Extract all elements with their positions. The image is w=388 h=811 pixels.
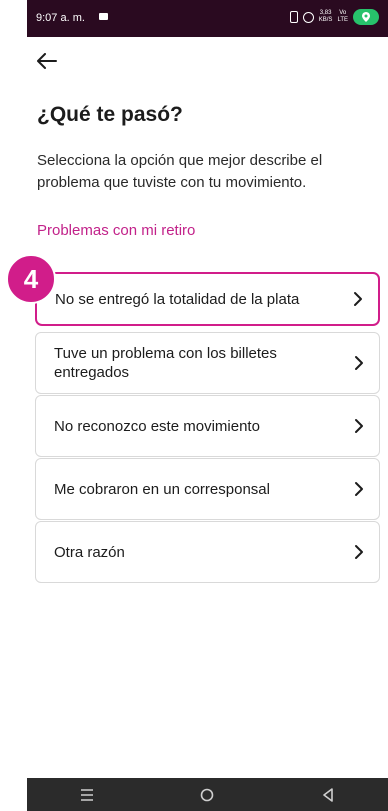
- back-button[interactable]: [34, 48, 60, 74]
- option-other-reason[interactable]: Otra razón: [35, 521, 380, 583]
- phone-screen: 9:07 a. m. 3,83 KB/S Vo LTE ¿Qué te pasó…: [27, 0, 388, 811]
- triangle-back-icon: [323, 787, 333, 802]
- option-label: Me cobraron en un corresponsal: [54, 480, 270, 498]
- option-label: Tuve un problema con los billetes entreg…: [54, 345, 277, 381]
- option-partial-delivery[interactable]: No se entregó la totalidad de la plata: [35, 272, 380, 326]
- arrow-left-icon: [37, 53, 57, 69]
- home-button[interactable]: [192, 780, 222, 810]
- option-bills-problem[interactable]: Tuve un problema con los billetes entreg…: [35, 332, 380, 394]
- chevron-right-icon: [355, 482, 363, 496]
- option-label: Otra razón: [54, 543, 125, 561]
- camera-record-icon: [99, 13, 108, 20]
- status-time: 9:07 a. m.: [36, 12, 85, 24]
- option-label: No reconozco este movimiento: [54, 417, 260, 435]
- page-description: Selecciona la opción que mejor describe …: [37, 152, 323, 191]
- chevron-right-icon: [355, 356, 363, 370]
- page-title: ¿Qué te pasó?: [37, 103, 183, 126]
- volte-indicator: Vo LTE: [337, 10, 348, 23]
- chevron-right-icon: [354, 292, 362, 306]
- left-gutter: [0, 0, 28, 811]
- menu-lines-icon: [81, 788, 94, 801]
- alarm-icon: [302, 11, 314, 23]
- nav-back-button[interactable]: [313, 780, 343, 810]
- android-nav-bar: [27, 778, 388, 811]
- location-pin-glyph: [362, 12, 370, 22]
- location-pin-icon: [353, 9, 379, 25]
- circle-home-icon: [201, 788, 214, 801]
- recents-button[interactable]: [72, 780, 102, 810]
- step-number-badge: 4: [6, 254, 56, 304]
- network-speed: 3,83 KB/S: [318, 10, 333, 23]
- options-list: No se entregó la totalidad de la plata T…: [35, 272, 380, 584]
- option-unrecognized-movement[interactable]: No reconozco este movimiento: [35, 395, 380, 457]
- status-icons: 3,83 KB/S Vo LTE: [289, 9, 379, 25]
- chevron-right-icon: [355, 419, 363, 433]
- section-label: Problemas con mi retiro: [37, 222, 196, 239]
- option-charged-correspondent[interactable]: Me cobraron en un corresponsal: [35, 458, 380, 520]
- chevron-right-icon: [355, 545, 363, 559]
- status-bar: 9:07 a. m. 3,83 KB/S Vo LTE: [27, 0, 388, 37]
- option-label: No se entregó la totalidad de la plata: [55, 290, 300, 308]
- vibrate-icon: [289, 11, 298, 23]
